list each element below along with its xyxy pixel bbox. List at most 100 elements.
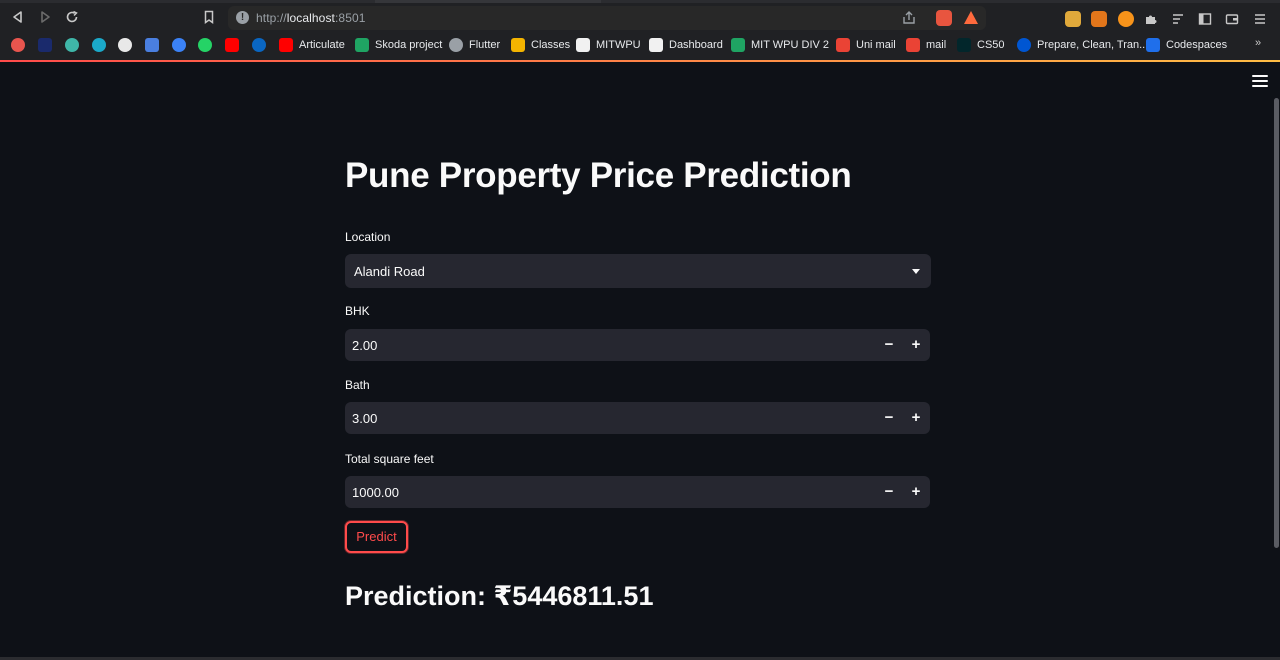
bookmark-label: Classes bbox=[531, 39, 571, 51]
bookmark-mit-wpu-div-2[interactable]: MIT WPU DIV 2 bbox=[731, 37, 829, 53]
bookmark-item[interactable] bbox=[118, 37, 138, 53]
favicon-icon bbox=[118, 38, 132, 52]
bhk-increment-button[interactable]: + bbox=[903, 329, 929, 361]
location-label: Location bbox=[345, 230, 391, 244]
bookmark-mitwpu[interactable]: MITWPU bbox=[576, 37, 641, 53]
bookmark-item[interactable] bbox=[252, 37, 272, 53]
browser-toolbar: ! http://localhost:8501 bbox=[0, 4, 1280, 32]
google-drive-icon bbox=[731, 38, 745, 52]
bath-increment-button[interactable]: + bbox=[903, 402, 929, 434]
bookmark-skoda-project[interactable]: Skoda project bbox=[355, 37, 442, 53]
bookmark-label: Skoda project bbox=[375, 39, 443, 51]
extension-icon-1[interactable] bbox=[1065, 11, 1081, 27]
share-icon[interactable] bbox=[901, 10, 917, 26]
bookmark-item[interactable] bbox=[198, 37, 218, 53]
bookmark-prepare-clean[interactable]: Prepare, Clean, Tran... bbox=[1017, 37, 1148, 53]
bath-label: Bath bbox=[345, 378, 370, 392]
tab-strip bbox=[0, 0, 1280, 3]
favicon-icon bbox=[172, 38, 186, 52]
prediction-result: Prediction: ₹5446811.51 bbox=[345, 581, 654, 611]
bookmark-label: MITWPU bbox=[596, 39, 641, 51]
bookmark-item[interactable] bbox=[38, 37, 58, 53]
extensions-puzzle-icon[interactable] bbox=[1141, 9, 1161, 29]
bookmark-icon[interactable] bbox=[199, 7, 219, 27]
hamburger-menu-icon[interactable] bbox=[1252, 75, 1268, 89]
bookmark-item[interactable] bbox=[65, 37, 85, 53]
whatsapp-icon bbox=[198, 38, 212, 52]
url-text[interactable]: http://localhost:8501 bbox=[256, 11, 366, 25]
bookmark-label: Dashboard bbox=[669, 39, 723, 51]
google-drive-icon bbox=[355, 38, 369, 52]
globe-icon bbox=[449, 38, 463, 52]
brave-shield-icon[interactable] bbox=[936, 10, 952, 26]
sqft-decrement-button[interactable]: − bbox=[876, 476, 902, 508]
location-value: Alandi Road bbox=[354, 264, 425, 279]
gmail-icon bbox=[906, 38, 920, 52]
chevron-right-icon[interactable]: » bbox=[1255, 37, 1261, 49]
favicon-icon bbox=[576, 38, 590, 52]
bath-value: 3.00 bbox=[352, 411, 378, 426]
sqft-label: Total square feet bbox=[345, 452, 434, 466]
bookmark-cs50[interactable]: CS50 bbox=[957, 37, 1005, 53]
bhk-label: BHK bbox=[345, 304, 370, 318]
reload-icon[interactable] bbox=[62, 7, 82, 27]
bookmark-classes[interactable]: Classes bbox=[511, 37, 570, 53]
google-classroom-icon bbox=[511, 38, 525, 52]
app-body: Pune Property Price Prediction Location … bbox=[0, 62, 1280, 660]
bookmark-item[interactable] bbox=[145, 37, 165, 53]
favicon-icon bbox=[38, 38, 52, 52]
bookmark-label: Articulate bbox=[299, 39, 345, 51]
bookmark-item[interactable] bbox=[225, 37, 245, 53]
bookmark-label: MIT WPU DIV 2 bbox=[751, 39, 830, 51]
sqft-input[interactable]: 1000.00 − + bbox=[345, 476, 930, 508]
back-icon[interactable] bbox=[8, 7, 28, 27]
favicon-icon bbox=[145, 38, 159, 52]
favicon-icon bbox=[65, 38, 79, 52]
bookmark-item[interactable] bbox=[92, 37, 112, 53]
sqft-increment-button[interactable]: + bbox=[903, 476, 929, 508]
bhk-decrement-button[interactable]: − bbox=[876, 329, 902, 361]
favicon-icon bbox=[649, 38, 663, 52]
metamask-icon[interactable] bbox=[1091, 11, 1107, 27]
bookmark-label: Uni mail bbox=[856, 39, 896, 51]
info-icon[interactable]: ! bbox=[236, 11, 249, 24]
browser-menu-icon[interactable] bbox=[1250, 9, 1270, 29]
bookmark-articulate[interactable]: Articulate bbox=[279, 37, 345, 53]
bookmark-flutter[interactable]: Flutter bbox=[449, 37, 500, 53]
gmail-icon bbox=[836, 38, 850, 52]
wallet-icon[interactable] bbox=[1222, 9, 1242, 29]
active-tab[interactable] bbox=[375, 0, 601, 3]
sqft-value: 1000.00 bbox=[352, 485, 399, 500]
favicon-icon bbox=[252, 38, 266, 52]
bookmark-item[interactable] bbox=[11, 37, 31, 53]
bookmark-dashboard[interactable]: Dashboard bbox=[649, 37, 723, 53]
youtube-icon bbox=[225, 38, 239, 52]
brave-rewards-icon[interactable] bbox=[964, 11, 978, 24]
chevron-down-icon[interactable] bbox=[912, 269, 920, 274]
bookmark-label: Codespaces bbox=[1166, 39, 1228, 51]
bookmark-label: mail bbox=[926, 39, 947, 51]
bookmarks-bar: Articulate Skoda project Flutter Classes… bbox=[0, 35, 1280, 55]
bookmark-mail[interactable]: mail bbox=[906, 37, 946, 53]
page-title: Pune Property Price Prediction bbox=[345, 156, 852, 195]
bookmark-label: Flutter bbox=[469, 39, 501, 51]
browser-chrome: ! http://localhost:8501 Articulate Skoda… bbox=[0, 0, 1280, 62]
bath-input[interactable]: 3.00 − + bbox=[345, 402, 930, 434]
bookmark-label: Prepare, Clean, Tran... bbox=[1037, 39, 1149, 51]
forward-icon[interactable] bbox=[35, 7, 55, 27]
address-bar[interactable]: ! http://localhost:8501 bbox=[228, 6, 986, 30]
bookmark-uni-mail[interactable]: Uni mail bbox=[836, 37, 896, 53]
play-icon bbox=[92, 38, 106, 52]
bath-decrement-button[interactable]: − bbox=[876, 402, 902, 434]
bookmark-item[interactable] bbox=[172, 37, 192, 53]
bookmark-codespaces[interactable]: Codespaces bbox=[1146, 37, 1227, 53]
sidebar-icon[interactable] bbox=[1195, 9, 1215, 29]
location-select[interactable]: Alandi Road bbox=[345, 254, 931, 288]
extension-icon-3[interactable] bbox=[1118, 11, 1134, 27]
bhk-value: 2.00 bbox=[352, 338, 378, 353]
bhk-input[interactable]: 2.00 − + bbox=[345, 329, 930, 361]
reading-list-icon[interactable] bbox=[1168, 9, 1188, 29]
predict-button[interactable]: Predict bbox=[345, 521, 408, 553]
scrollbar[interactable] bbox=[1274, 98, 1279, 548]
youtube-icon bbox=[279, 38, 293, 52]
